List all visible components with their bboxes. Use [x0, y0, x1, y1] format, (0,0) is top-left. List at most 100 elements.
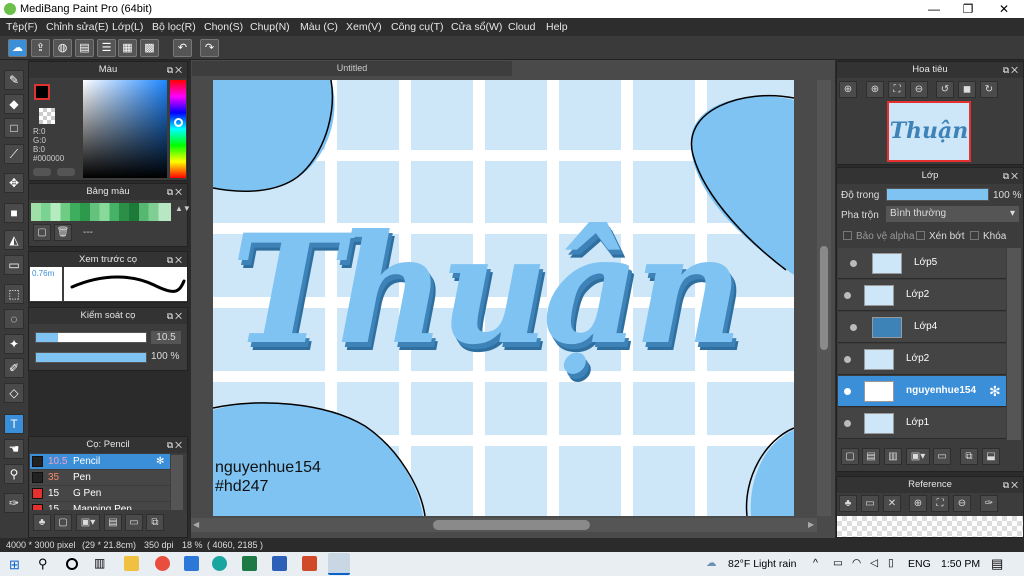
drawing-canvas[interactable]: Thuận nguyenhue154 #hd247	[213, 80, 794, 516]
swatch-grid[interactable]	[31, 203, 171, 221]
close-reference-icon[interactable]: ✕	[883, 495, 901, 512]
layer-menu-button[interactable]: ▣▾	[906, 448, 930, 465]
hand-tool-icon[interactable]: ☚	[4, 439, 24, 459]
select-eraser-icon[interactable]: ◇	[4, 383, 24, 403]
visibility-icon[interactable]	[844, 356, 851, 363]
move-tool-icon[interactable]: ✥	[4, 173, 24, 193]
open-reference-icon[interactable]: ▭	[861, 495, 879, 512]
reset-view-icon[interactable]: ◼	[958, 81, 976, 98]
medibang-taskbar-icon[interactable]	[328, 553, 350, 575]
wifi-icon[interactable]: ◠	[852, 557, 861, 569]
weather-text[interactable]: 82°F Light rain	[728, 558, 796, 570]
size-slider[interactable]	[35, 332, 147, 343]
saturation-value-picker[interactable]	[83, 80, 167, 178]
protect-alpha-checkbox[interactable]	[843, 231, 852, 240]
pen-tool-icon[interactable]: ✎	[4, 70, 24, 90]
document-tab[interactable]: Untitled	[192, 61, 512, 76]
comic-icon[interactable]: ▤	[75, 39, 94, 57]
line-tool-icon[interactable]: ⟋	[4, 144, 24, 164]
volume-icon[interactable]: ◁	[870, 557, 878, 569]
copy-brush-button[interactable]: ▤	[104, 514, 122, 531]
fill-rect-tool-icon[interactable]: ■	[4, 203, 24, 223]
size-value[interactable]: 10.5	[151, 331, 181, 344]
browser-icon[interactable]	[155, 556, 170, 571]
minimize-button[interactable]: —	[916, 0, 952, 18]
visibility-icon[interactable]	[844, 388, 851, 395]
duplicate-layer-button[interactable]: ⧉	[960, 448, 978, 465]
scroll-right-icon[interactable]: ▶	[808, 520, 814, 529]
folder-brush-button[interactable]: ▭	[125, 514, 143, 531]
gear-icon[interactable]: ✻	[989, 383, 1001, 400]
layer-row[interactable]: Lớp2	[838, 344, 1006, 375]
menu-file[interactable]: Tệp(F)	[6, 21, 38, 33]
menu-edit[interactable]: Chỉnh sửa(E)	[46, 21, 108, 33]
layer-row[interactable]: Lớp5	[838, 248, 1006, 279]
cloud-icon[interactable]: ☁	[8, 39, 27, 57]
panel-controls[interactable]: ⧉✕	[167, 62, 184, 78]
delete-swatch-button[interactable]: 🗑	[54, 224, 72, 241]
visibility-icon[interactable]	[850, 260, 857, 267]
cortana-icon[interactable]	[66, 558, 78, 570]
swatch-scroll-icon[interactable]: ▲▼	[175, 204, 191, 213]
redo-icon[interactable]: ↷	[200, 39, 219, 57]
task-view-icon[interactable]: ▥	[94, 556, 105, 570]
zoom-in-alt-icon[interactable]: ⊕	[866, 81, 884, 98]
gear-icon[interactable]: ✻	[156, 454, 164, 469]
navigator-thumbnail[interactable]: Thuận	[887, 101, 971, 162]
layer-row[interactable]: Lớp4	[838, 312, 1006, 343]
rectangle-tool-icon[interactable]: □	[4, 118, 24, 138]
menu-color[interactable]: Màu (C)	[300, 21, 338, 33]
scroll-left-icon[interactable]: ◀	[193, 520, 199, 529]
magic-wand-icon[interactable]: ✦	[4, 334, 24, 354]
upload-icon[interactable]: ⇪	[31, 39, 50, 57]
fit-icon[interactable]: ⛶	[888, 81, 906, 98]
visibility-icon[interactable]	[844, 420, 851, 427]
visibility-icon[interactable]	[850, 324, 857, 331]
brush-item-gpen[interactable]: 15 G Pen	[30, 486, 170, 501]
search-icon[interactable]: ⚲	[38, 556, 48, 572]
layer-folder-button[interactable]: ▭	[933, 448, 951, 465]
vertical-scroll-thumb[interactable]	[820, 246, 828, 350]
powerpoint-icon[interactable]	[302, 556, 317, 571]
layer-row[interactable]: Lớp1	[838, 408, 1006, 439]
hue-handle[interactable]	[174, 118, 183, 127]
color-mode-button[interactable]	[33, 168, 51, 176]
eyedropper-tool-icon[interactable]: ⚲	[4, 464, 24, 484]
network-icon[interactable]: ▭	[833, 557, 843, 569]
zoom-in-icon[interactable]: ⊕	[839, 81, 857, 98]
foreground-color-swatch[interactable]	[34, 84, 50, 100]
brush-item-pencil[interactable]: 10.5 Pencil ✻	[30, 454, 170, 469]
menu-capture[interactable]: Chụp(N)	[250, 21, 290, 33]
pipette-tool-icon[interactable]: ✑	[4, 493, 24, 513]
new-8bit-layer-button[interactable]: ▥	[884, 448, 902, 465]
windows-start-icon[interactable]: ⊞	[9, 557, 20, 573]
gradient-tool-icon[interactable]: ▭	[4, 255, 24, 275]
layer-opacity-slider[interactable]	[886, 188, 989, 201]
notification-icon[interactable]: ▤	[991, 556, 1003, 572]
add-reference-icon[interactable]: ♣	[839, 495, 857, 512]
brush-item-pen[interactable]: 35 Pen	[30, 470, 170, 485]
layer-row-selected[interactable]: nguyenhue154 ✻	[838, 376, 1006, 407]
ref-fit-icon[interactable]: ⛶	[931, 495, 949, 512]
comment-icon[interactable]: ◍	[53, 39, 72, 57]
rotate-left-icon[interactable]: ↺	[936, 81, 954, 98]
clock[interactable]: 1:50 PM	[941, 558, 980, 570]
select-rect-icon[interactable]: ⬚	[4, 284, 24, 304]
merge-layer-button[interactable]: ⬓	[982, 448, 1000, 465]
menu-select[interactable]: Chọn(S)	[204, 21, 243, 33]
menu-help[interactable]: Help	[546, 21, 568, 33]
bucket-tool-icon[interactable]: ◭	[4, 230, 24, 250]
brush-list-scrollbar[interactable]	[171, 455, 183, 510]
duplicate-brush-button[interactable]: ⧉	[146, 514, 164, 531]
menu-window[interactable]: Cửa sổ(W)	[451, 21, 502, 33]
new-layer-button[interactable]: ▢	[841, 448, 859, 465]
language-indicator[interactable]: ENG	[908, 558, 931, 570]
lock-checkbox[interactable]	[970, 231, 979, 240]
menu-tools[interactable]: Công cụ(T)	[391, 21, 444, 33]
visibility-icon[interactable]	[844, 292, 851, 299]
hue-slider[interactable]	[170, 80, 186, 178]
clipping-checkbox[interactable]	[916, 231, 925, 240]
ref-zoom-in-icon[interactable]: ⊕	[909, 495, 927, 512]
tray-chevron-icon[interactable]: ^	[813, 557, 818, 569]
zoom-out-icon[interactable]: ⊖	[910, 81, 928, 98]
